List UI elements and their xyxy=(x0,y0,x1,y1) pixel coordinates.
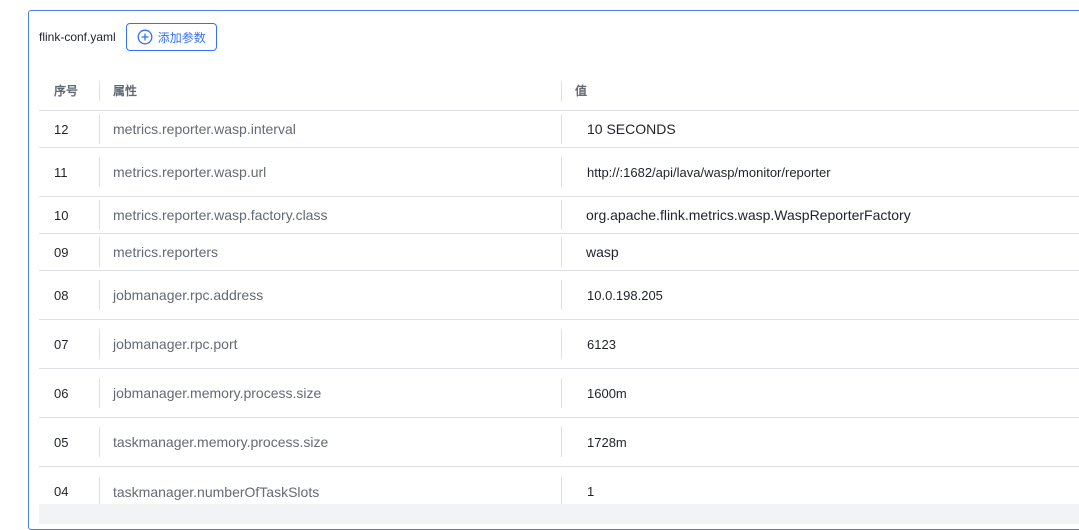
add-parameter-label: 添加参数 xyxy=(157,30,206,45)
row-index: 12 xyxy=(54,121,69,137)
table-row[interactable]: 10 metrics.reporter.wasp.factory.class o… xyxy=(39,197,1079,234)
table-row[interactable]: 05 taskmanager.memory.process.size 1728m xyxy=(39,418,1079,467)
row-index: 11 xyxy=(54,164,68,180)
row-index: 09 xyxy=(54,244,69,260)
row-property: taskmanager.memory.process.size xyxy=(113,434,329,450)
row-property: jobmanager.memory.process.size xyxy=(113,385,322,401)
table-header: 序号 属性 值 xyxy=(39,71,1079,111)
table-row[interactable]: 11 metrics.reporter.wasp.url http://:168… xyxy=(39,148,1079,197)
row-value[interactable]: 10 SECONDS xyxy=(561,111,1079,147)
row-index: 05 xyxy=(54,434,69,450)
table-row[interactable]: 07 jobmanager.rpc.port 6123 xyxy=(39,320,1079,369)
toolbar: flink-conf.yaml 添加参数 xyxy=(39,22,217,52)
row-property: metrics.reporters xyxy=(113,244,219,260)
row-index: 06 xyxy=(54,385,69,401)
row-property: metrics.reporter.wasp.factory.class xyxy=(113,207,328,223)
column-header-index: 序号 xyxy=(54,84,79,98)
table-row[interactable]: 12 metrics.reporter.wasp.interval 10 SEC… xyxy=(39,111,1079,148)
table-row[interactable]: 09 metrics.reporters wasp xyxy=(39,234,1079,271)
row-index: 07 xyxy=(54,336,69,352)
config-panel: flink-conf.yaml 添加参数 序号 属性 值 12 metrics.… xyxy=(28,10,1079,530)
row-value[interactable]: org.apache.flink.metrics.wasp.WaspReport… xyxy=(561,197,1079,233)
table-footer-strip xyxy=(39,504,1079,524)
row-property: metrics.reporter.wasp.interval xyxy=(113,121,296,137)
column-header-value: 值 xyxy=(575,84,588,98)
row-value[interactable]: http://:1682/api/lava/wasp/monitor/repor… xyxy=(561,148,1079,196)
row-index: 08 xyxy=(54,287,69,303)
file-name-label: flink-conf.yaml xyxy=(39,30,116,44)
add-parameter-button[interactable]: 添加参数 xyxy=(125,23,217,51)
row-value[interactable]: 10.0.198.205 xyxy=(561,271,1079,319)
row-value[interactable]: 6123 xyxy=(561,320,1079,368)
row-value[interactable]: 1728m xyxy=(561,418,1079,466)
column-header-property: 属性 xyxy=(113,84,138,98)
table-row[interactable]: 08 jobmanager.rpc.address 10.0.198.205 xyxy=(39,271,1079,320)
row-index: 10 xyxy=(54,207,69,223)
row-property: jobmanager.rpc.port xyxy=(113,336,238,352)
plus-circle-icon xyxy=(137,29,153,45)
parameter-table: 序号 属性 值 12 metrics.reporter.wasp.interva… xyxy=(39,71,1079,516)
row-value[interactable]: 1600m xyxy=(561,369,1079,417)
row-property: jobmanager.rpc.address xyxy=(113,287,264,303)
row-property: metrics.reporter.wasp.url xyxy=(113,164,267,180)
table-row[interactable]: 06 jobmanager.memory.process.size 1600m xyxy=(39,369,1079,418)
row-value[interactable]: wasp xyxy=(561,234,1079,270)
